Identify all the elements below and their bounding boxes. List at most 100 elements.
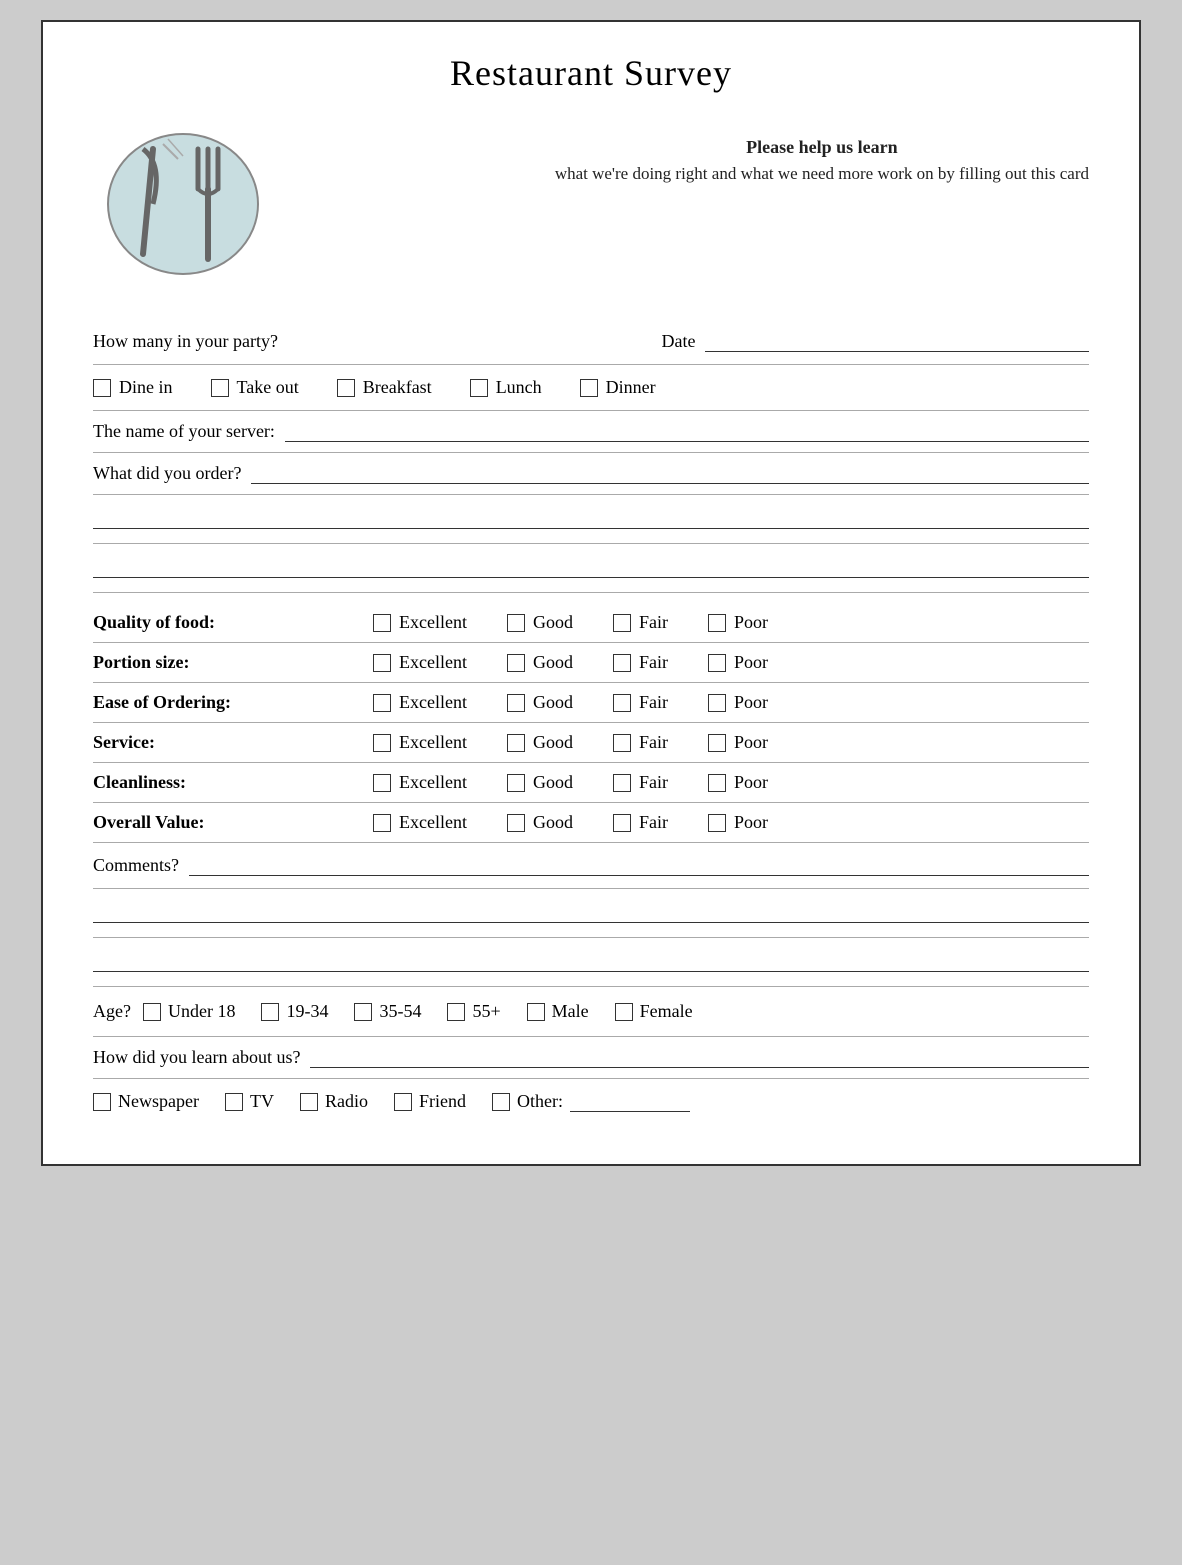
quality-poor-cb[interactable] — [708, 614, 726, 632]
cleanliness-excellent[interactable]: Excellent — [373, 772, 467, 793]
age-55plus-option[interactable]: 55+ — [447, 1001, 500, 1022]
age-1934-option[interactable]: 19-34 — [261, 1001, 328, 1022]
service-good-cb[interactable] — [507, 734, 525, 752]
service-options: Excellent Good Fair Poor — [373, 732, 1089, 753]
service-row: Service: Excellent Good Fair Poor — [93, 723, 1089, 763]
service-fair-cb[interactable] — [613, 734, 631, 752]
female-option[interactable]: Female — [615, 1001, 693, 1022]
quality-options: Excellent Good Fair Poor — [373, 612, 1089, 633]
dine-in-checkbox[interactable] — [93, 379, 111, 397]
lunch-option[interactable]: Lunch — [470, 377, 542, 398]
breakfast-checkbox[interactable] — [337, 379, 355, 397]
portion-excellent-cb[interactable] — [373, 654, 391, 672]
value-good[interactable]: Good — [507, 812, 573, 833]
service-excellent-cb[interactable] — [373, 734, 391, 752]
cleanliness-fair-cb[interactable] — [613, 774, 631, 792]
portion-poor[interactable]: Poor — [708, 652, 768, 673]
age-3554-option[interactable]: 35-54 — [354, 1001, 421, 1022]
date-input-line[interactable] — [705, 332, 1089, 352]
value-good-cb[interactable] — [507, 814, 525, 832]
ease-poor-cb[interactable] — [708, 694, 726, 712]
cleanliness-fair[interactable]: Fair — [613, 772, 668, 793]
dinner-checkbox[interactable] — [580, 379, 598, 397]
how-input-line[interactable] — [310, 1048, 1089, 1068]
quality-excellent[interactable]: Excellent — [373, 612, 467, 633]
service-poor-cb[interactable] — [708, 734, 726, 752]
quality-fair-label: Fair — [639, 612, 668, 633]
service-good[interactable]: Good — [507, 732, 573, 753]
dinner-option[interactable]: Dinner — [580, 377, 656, 398]
service-label: Service: — [93, 732, 373, 753]
value-poor[interactable]: Poor — [708, 812, 768, 833]
male-checkbox[interactable] — [527, 1003, 545, 1021]
comments-input-line[interactable] — [189, 856, 1089, 876]
male-option[interactable]: Male — [527, 1001, 589, 1022]
cleanliness-fair-label: Fair — [639, 772, 668, 793]
quality-excellent-cb[interactable] — [373, 614, 391, 632]
value-excellent[interactable]: Excellent — [373, 812, 467, 833]
portion-good-cb[interactable] — [507, 654, 525, 672]
ease-good[interactable]: Good — [507, 692, 573, 713]
age-3554-checkbox[interactable] — [354, 1003, 372, 1021]
take-out-checkbox[interactable] — [211, 379, 229, 397]
value-poor-cb[interactable] — [708, 814, 726, 832]
ease-excellent[interactable]: Excellent — [373, 692, 467, 713]
value-fair-cb[interactable] — [613, 814, 631, 832]
ease-good-cb[interactable] — [507, 694, 525, 712]
cleanliness-poor-cb[interactable] — [708, 774, 726, 792]
other-checkbox[interactable] — [492, 1093, 510, 1111]
age-1934-checkbox[interactable] — [261, 1003, 279, 1021]
service-fair[interactable]: Fair — [613, 732, 668, 753]
ease-fair-cb[interactable] — [613, 694, 631, 712]
service-good-label: Good — [533, 732, 573, 753]
portion-excellent[interactable]: Excellent — [373, 652, 467, 673]
value-fair[interactable]: Fair — [613, 812, 668, 833]
age-55plus-checkbox[interactable] — [447, 1003, 465, 1021]
value-excellent-cb[interactable] — [373, 814, 391, 832]
take-out-option[interactable]: Take out — [211, 377, 299, 398]
newspaper-option[interactable]: Newspaper — [93, 1091, 199, 1112]
ease-fair[interactable]: Fair — [613, 692, 668, 713]
radio-option[interactable]: Radio — [300, 1091, 368, 1112]
cleanliness-poor-label: Poor — [734, 772, 768, 793]
other-input-line[interactable] — [570, 1092, 690, 1112]
breakfast-option[interactable]: Breakfast — [337, 377, 432, 398]
tv-option[interactable]: TV — [225, 1091, 274, 1112]
tv-checkbox[interactable] — [225, 1093, 243, 1111]
quality-fair[interactable]: Fair — [613, 612, 668, 633]
ease-poor[interactable]: Poor — [708, 692, 768, 713]
comments-row: Comments? — [93, 843, 1089, 889]
cleanliness-good[interactable]: Good — [507, 772, 573, 793]
portion-poor-cb[interactable] — [708, 654, 726, 672]
friend-checkbox[interactable] — [394, 1093, 412, 1111]
service-poor[interactable]: Poor — [708, 732, 768, 753]
under18-checkbox[interactable] — [143, 1003, 161, 1021]
quality-poor[interactable]: Poor — [708, 612, 768, 633]
other-option[interactable]: Other: — [492, 1091, 690, 1112]
ease-excellent-cb[interactable] — [373, 694, 391, 712]
lunch-checkbox[interactable] — [470, 379, 488, 397]
order-input-line[interactable] — [251, 464, 1089, 484]
under18-option[interactable]: Under 18 — [143, 1001, 235, 1022]
server-input-line[interactable] — [285, 422, 1089, 442]
friend-option[interactable]: Friend — [394, 1091, 466, 1112]
female-checkbox[interactable] — [615, 1003, 633, 1021]
cleanliness-excellent-cb[interactable] — [373, 774, 391, 792]
portion-fair[interactable]: Fair — [613, 652, 668, 673]
cleanliness-label: Cleanliness: — [93, 772, 373, 793]
portion-fair-cb[interactable] — [613, 654, 631, 672]
quality-good-cb[interactable] — [507, 614, 525, 632]
quality-fair-cb[interactable] — [613, 614, 631, 632]
cleanliness-good-cb[interactable] — [507, 774, 525, 792]
newspaper-checkbox[interactable] — [93, 1093, 111, 1111]
radio-checkbox[interactable] — [300, 1093, 318, 1111]
cleanliness-poor[interactable]: Poor — [708, 772, 768, 793]
dine-in-option[interactable]: Dine in — [93, 377, 173, 398]
ease-row: Ease of Ordering: Excellent Good Fair Po… — [93, 683, 1089, 723]
quality-good[interactable]: Good — [507, 612, 573, 633]
ease-options: Excellent Good Fair Poor — [373, 692, 1089, 713]
cleanliness-excellent-label: Excellent — [399, 772, 467, 793]
service-excellent[interactable]: Excellent — [373, 732, 467, 753]
blank-line-2 — [93, 558, 1089, 578]
portion-good[interactable]: Good — [507, 652, 573, 673]
